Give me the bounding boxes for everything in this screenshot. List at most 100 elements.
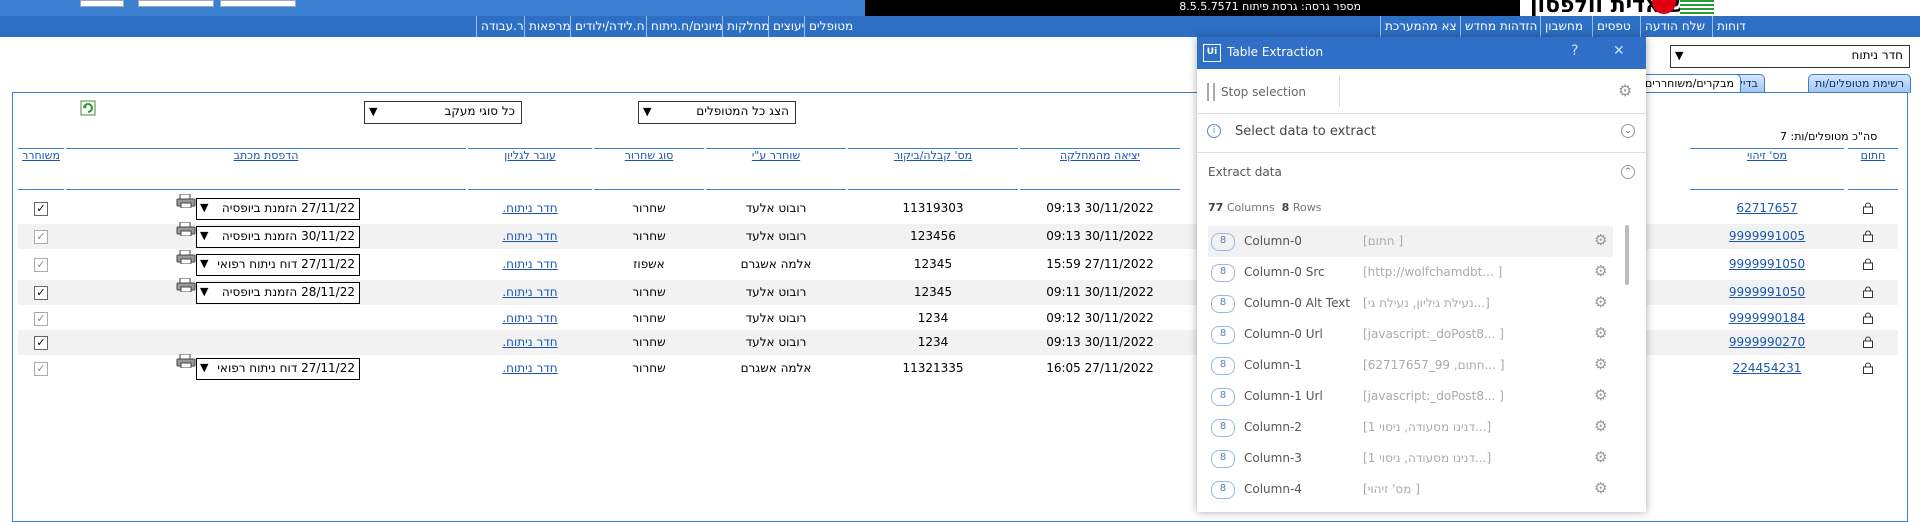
column-settings-gear-icon[interactable]: ⚙: [1594, 324, 1607, 342]
extracted-column-item[interactable]: 8 Column-0 [חתום ] ⚙: [1208, 226, 1613, 257]
extracted-column-item[interactable]: 8 Column-0 Src [http://wolfchamdbt... ] ⚙: [1208, 257, 1613, 288]
column-settings-gear-icon[interactable]: ⚙: [1594, 386, 1607, 404]
settings-gear-icon[interactable]: ⚙: [1618, 81, 1632, 100]
header-id[interactable]: מס' זיהוי: [1690, 148, 1844, 190]
nav-item-patients[interactable]: מטופלים: [804, 16, 857, 37]
exit-time: 30/11/2022 09:13: [1046, 201, 1154, 215]
released-checkbox[interactable]: ✓: [34, 230, 48, 244]
admission-number: 11319303: [902, 201, 964, 215]
patient-id-link[interactable]: 9999990270: [1690, 330, 1844, 355]
header-admission[interactable]: מס' קבלה/ביקור: [848, 148, 1018, 190]
patient-id-link[interactable]: 9999991050: [1690, 252, 1844, 277]
print-letter-select[interactable]: 30/11/22 הזמנת ביופסיה ▼: [196, 226, 360, 248]
header-released-by[interactable]: שוחרר ע"י: [706, 148, 846, 190]
lock-icon[interactable]: [1862, 286, 1874, 298]
patient-id-link[interactable]: 9999991050: [1690, 280, 1844, 305]
lock-icon[interactable]: [1862, 230, 1874, 242]
lock-icon[interactable]: [1862, 258, 1874, 270]
printer-icon[interactable]: [176, 222, 196, 236]
transferred-link[interactable]: חדר ניתוח.: [468, 224, 592, 249]
transferred-link[interactable]: חדר ניתוח.: [468, 356, 592, 381]
nav-item-clinics[interactable]: מרפאות: [524, 16, 575, 37]
nav-item-delivery[interactable]: ח.לידה/ילודים: [570, 16, 649, 37]
lock-icon[interactable]: [1862, 202, 1874, 214]
transferred-link[interactable]: חדר ניתוח.: [468, 252, 592, 277]
lock-icon[interactable]: [1862, 336, 1874, 348]
extracted-column-item[interactable]: 8 Column-0 Url [javascript:_doPost8... ] ⚙: [1208, 319, 1613, 350]
scrollbar-thumb[interactable]: [1625, 225, 1629, 285]
header-select[interactable]: [220, 0, 296, 7]
header-print-letter[interactable]: הדפסת מכתב: [66, 148, 466, 190]
print-letter-select[interactable]: 27/11/22 דוח ניתוח רפואי ▼: [196, 254, 360, 276]
header-transferred[interactable]: עובר לגליון: [468, 148, 592, 190]
extracted-column-item[interactable]: 8 Column-2 [דנינו מסעודה, ניסוי 1...] ⚙: [1208, 412, 1613, 443]
header-button[interactable]: [80, 0, 124, 7]
followup-filter-select[interactable]: כל סוגי מעקב ▼: [364, 101, 522, 124]
header-release-type[interactable]: סוג שחרור: [594, 148, 704, 190]
exit-time: 27/11/2022 16:05: [1046, 361, 1154, 375]
nav-item-forms[interactable]: טפסים: [1592, 16, 1635, 37]
released-checkbox[interactable]: ✓: [34, 202, 48, 216]
extracted-column-item[interactable]: 8 Column-4 [מס' זיהוי ] ⚙: [1208, 474, 1613, 505]
stop-selection-button[interactable]: Stop selection: [1221, 85, 1306, 99]
patient-id-link[interactable]: 9999990184: [1690, 306, 1844, 331]
transferred-link[interactable]: חדר ניתוח.: [468, 196, 592, 221]
transferred-link[interactable]: חדר ניתוח.: [468, 280, 592, 305]
nav-item-send-message[interactable]: שלח הודעה: [1640, 16, 1709, 37]
released-by: רובוט אלעד: [745, 229, 807, 243]
nav-item-consultations[interactable]: יעוצים: [768, 16, 808, 37]
lock-icon[interactable]: [1862, 362, 1874, 374]
column-settings-gear-icon[interactable]: ⚙: [1594, 293, 1607, 311]
nav-item-exit[interactable]: צא מהמערכת: [1380, 16, 1461, 37]
printer-icon[interactable]: [176, 194, 196, 208]
refresh-icon[interactable]: [80, 100, 96, 116]
header-locked[interactable]: חתום: [1848, 148, 1898, 190]
lock-icon[interactable]: [1862, 312, 1874, 324]
print-letter-value: 27/11/22 הזמנת ביופסיה: [221, 201, 355, 215]
close-icon[interactable]: ✕: [1613, 43, 1625, 59]
chevron-up-icon[interactable]: ⌃: [1621, 165, 1635, 179]
patients-filter-select[interactable]: הצג כל המטופלים ▼: [638, 101, 796, 124]
nav-item-relogin[interactable]: הזדהות מחדש: [1460, 16, 1541, 37]
transferred-link[interactable]: חדר ניתוח.: [468, 306, 592, 331]
column-settings-gear-icon[interactable]: ⚙: [1594, 448, 1607, 466]
released-checkbox[interactable]: ✓: [34, 336, 48, 350]
nav-item-er-surgery[interactable]: מיונים/ח.ניתוח: [646, 16, 727, 37]
chevron-down-icon[interactable]: ⌄: [1621, 124, 1635, 138]
printer-icon[interactable]: [176, 278, 196, 292]
transferred-link[interactable]: חדר ניתוח.: [468, 330, 592, 355]
column-settings-gear-icon[interactable]: ⚙: [1594, 355, 1607, 373]
printer-icon[interactable]: [176, 354, 196, 368]
tab-patients-list[interactable]: רשימת מטופלים/ות: [1808, 74, 1912, 93]
help-icon[interactable]: ?: [1571, 43, 1578, 59]
print-letter-select[interactable]: 27/11/22 הזמנת ביופסיה ▼: [196, 198, 360, 220]
pause-icon[interactable]: [1207, 83, 1215, 101]
released-checkbox[interactable]: ✓: [34, 258, 48, 272]
print-letter-select[interactable]: 28/11/22 הזמנת ביופסיה ▼: [196, 282, 360, 304]
patient-id-link[interactable]: 62717657: [1690, 196, 1844, 221]
header-exit[interactable]: יציאה מהמחלקה: [1020, 148, 1180, 190]
nav-item-reports[interactable]: דוחות: [1712, 16, 1750, 37]
extracted-column-item[interactable]: 8 Column-3 [דנינו מסעודה, ניסוי 1...] ⚙: [1208, 443, 1613, 474]
nav-item-departments[interactable]: מחלקות: [722, 16, 773, 37]
extracted-column-item[interactable]: 8 Column-1 Url [javascript:_doPost8... ] ⚙: [1208, 381, 1613, 412]
column-settings-gear-icon[interactable]: ⚙: [1594, 262, 1607, 280]
header-released[interactable]: משוחרר: [18, 148, 64, 190]
room-select[interactable]: חדר ניתוח ▼: [1670, 45, 1910, 68]
column-settings-gear-icon[interactable]: ⚙: [1594, 479, 1607, 497]
extracted-column-item[interactable]: 8 Column-1 [חתום, 99_62717657... ] ⚙: [1208, 350, 1613, 381]
patient-id-link[interactable]: 9999991005: [1690, 224, 1844, 249]
header-input[interactable]: [138, 0, 214, 7]
column-settings-gear-icon[interactable]: ⚙: [1594, 231, 1607, 249]
print-letter-select[interactable]: 27/11/22 דוח ניתוח רפואי ▼: [196, 358, 360, 380]
tab-visitors[interactable]: מבקרים/משוחררים: [1638, 74, 1741, 93]
patient-id-link[interactable]: 224454231: [1690, 356, 1844, 381]
nav-item-calculator[interactable]: מחשבון: [1540, 16, 1587, 37]
released-checkbox[interactable]: ✓: [34, 362, 48, 376]
released-checkbox[interactable]: ✓: [34, 312, 48, 326]
nav-item-work[interactable]: ר.עבודה: [476, 16, 528, 37]
released-checkbox[interactable]: ✓: [34, 286, 48, 300]
printer-icon[interactable]: [176, 250, 196, 264]
extracted-column-item[interactable]: 8 Column-0 Alt Text [נעילת גיליון, נעילת ג…: [1208, 288, 1613, 319]
column-settings-gear-icon[interactable]: ⚙: [1594, 417, 1607, 435]
